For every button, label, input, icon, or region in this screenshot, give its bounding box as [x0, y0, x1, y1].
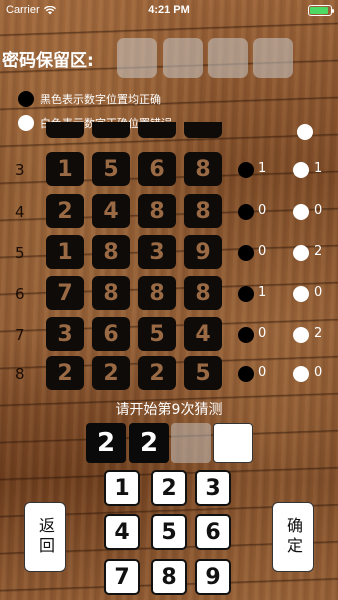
- key-8[interactable]: 8: [151, 559, 187, 595]
- digit-tile: 5: [92, 152, 130, 186]
- white-dot-icon: [293, 286, 309, 302]
- digit-tile: 1: [46, 152, 84, 186]
- digit-tile: 8: [184, 152, 222, 186]
- input-slot: [213, 423, 253, 463]
- wifi-icon: [43, 5, 56, 14]
- guess-row: 5 1 8 3 9 0 2: [0, 235, 338, 273]
- row-number: 8: [15, 365, 25, 383]
- white-count: 1: [314, 161, 323, 176]
- digit-tile: 9: [184, 235, 222, 269]
- guess-row: 8 2 2 2 5 0 0: [0, 356, 338, 394]
- key-6[interactable]: 6: [195, 514, 231, 550]
- status-bar: Carrier 4:21 PM: [0, 0, 338, 20]
- digit-tile: 5: [138, 317, 176, 351]
- black-count: 0: [258, 203, 267, 218]
- digit-tile: 1: [46, 235, 84, 269]
- white-dot-icon: [293, 245, 309, 261]
- row-number: 6: [15, 285, 25, 303]
- white-count: 0: [314, 285, 323, 300]
- secret-box: [117, 38, 157, 78]
- digit-tile: 2: [46, 194, 84, 228]
- secret-box: [163, 38, 203, 78]
- black-count: 1: [258, 285, 267, 300]
- row-number: 4: [15, 203, 25, 221]
- black-count: 0: [258, 365, 267, 380]
- input-slot: 2: [129, 423, 169, 463]
- row-number: 3: [15, 161, 25, 179]
- battery-icon: [308, 4, 334, 16]
- row-number: 7: [15, 326, 25, 344]
- digit-tile: 8: [184, 276, 222, 310]
- digit-tile: 7: [46, 276, 84, 310]
- white-count: 2: [314, 244, 323, 259]
- white-dot-icon: [297, 124, 313, 140]
- status-time: 4:21 PM: [148, 4, 190, 16]
- black-dot-icon: [18, 91, 34, 107]
- digit-tile: 2: [46, 356, 84, 390]
- black-count: 0: [258, 244, 267, 259]
- digit-tile: 3: [138, 235, 176, 269]
- key-3[interactable]: 3: [195, 470, 231, 506]
- key-2[interactable]: 2: [151, 470, 187, 506]
- input-slot: 2: [86, 423, 126, 463]
- black-count: 1: [258, 161, 267, 176]
- guess-row: 3 1 5 6 8 1 1: [0, 152, 338, 190]
- digit-tile: 8: [138, 194, 176, 228]
- battery-fill: [310, 6, 328, 14]
- digit-tile: 6: [138, 152, 176, 186]
- black-dot-icon: [238, 286, 254, 302]
- guess-row: 4 2 4 8 8 0 0: [0, 194, 338, 232]
- digit-tile: [184, 122, 222, 138]
- white-count: 0: [314, 203, 323, 218]
- digit-tile: 5: [184, 356, 222, 390]
- key-1[interactable]: 1: [104, 470, 140, 506]
- black-dot-icon: [238, 327, 254, 343]
- key-7[interactable]: 7: [104, 559, 140, 595]
- back-button[interactable]: 返回: [24, 502, 66, 572]
- guess-prompt: 请开始第9次猜测: [115, 402, 223, 418]
- digit-tile: 8: [92, 235, 130, 269]
- white-dot-icon: [293, 366, 309, 382]
- white-dot-icon: [293, 204, 309, 220]
- digit-tile: 2: [92, 356, 130, 390]
- digit-tile: 4: [184, 317, 222, 351]
- digit-tile: 3: [46, 317, 84, 351]
- black-dot-icon: [238, 204, 254, 220]
- digit-tile: 6: [92, 317, 130, 351]
- key-9[interactable]: 9: [195, 559, 231, 595]
- white-dot-icon: [293, 327, 309, 343]
- white-dot-icon: [293, 162, 309, 178]
- legend-black-text: 黑色表示数字位置均正确: [40, 93, 161, 106]
- black-count: 0: [258, 326, 267, 341]
- secret-label: 密码保留区:: [2, 51, 94, 71]
- legend-black: 黑色表示数字位置均正确: [18, 91, 161, 107]
- secret-box: [208, 38, 248, 78]
- digit-tile: 8: [92, 276, 130, 310]
- guess-row: 7 3 6 5 4 0 2: [0, 317, 338, 355]
- secret-box: [253, 38, 293, 78]
- black-dot-icon: [238, 245, 254, 261]
- key-4[interactable]: 4: [104, 514, 140, 550]
- digit-tile: [92, 122, 130, 138]
- digit-tile: [46, 122, 84, 138]
- input-slot: [171, 423, 211, 463]
- digit-tile: 8: [138, 276, 176, 310]
- black-dot-icon: [238, 366, 254, 382]
- digit-tile: 8: [184, 194, 222, 228]
- key-5[interactable]: 5: [151, 514, 187, 550]
- scrolled-row-fragment: [0, 122, 338, 148]
- carrier-label: Carrier: [6, 4, 40, 16]
- white-count: 0: [314, 365, 323, 380]
- white-count: 2: [314, 326, 323, 341]
- digit-tile: [138, 122, 176, 138]
- black-dot-icon: [238, 162, 254, 178]
- digit-tile: 2: [138, 356, 176, 390]
- confirm-button[interactable]: 确定: [272, 502, 314, 572]
- row-number: 5: [15, 244, 25, 262]
- digit-tile: 4: [92, 194, 130, 228]
- status-left: Carrier: [6, 4, 56, 16]
- guess-row: 6 7 8 8 8 1 0: [0, 276, 338, 314]
